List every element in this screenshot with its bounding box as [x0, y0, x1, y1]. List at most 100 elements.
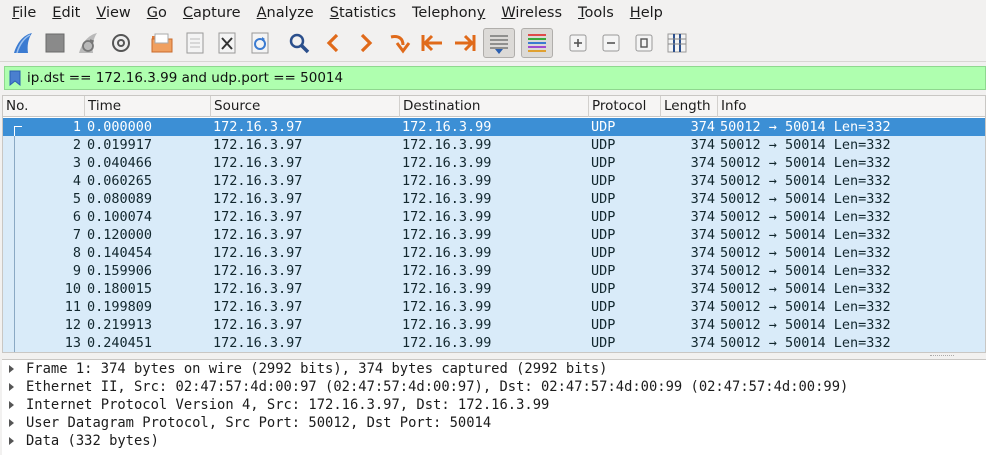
menu-go[interactable]: Go: [139, 0, 175, 26]
packet-protocol: UDP: [591, 227, 616, 243]
packet-length: 374: [690, 227, 715, 243]
packet-protocol: UDP: [591, 245, 616, 261]
packet-row[interactable]: 10 0.180015 172.16.3.97 172.16.3.99 UDP 374 50…: [3, 280, 985, 298]
restart-fin-icon[interactable]: [73, 28, 103, 58]
packet-row[interactable]: 4 0.060265 172.16.3.97 172.16.3.99 UDP 374 500…: [3, 172, 985, 190]
reload-icon[interactable]: [245, 28, 275, 58]
expand-triangle-icon[interactable]: [9, 365, 14, 373]
packet-destination: 172.16.3.99: [402, 299, 492, 315]
packet-protocol: UDP: [591, 155, 616, 171]
menu-analyze[interactable]: Analyze: [249, 0, 322, 26]
packet-time: 0.219913: [87, 317, 153, 333]
packet-length: 374: [690, 191, 715, 207]
zoom-in-icon[interactable]: [563, 28, 593, 58]
expand-triangle-icon[interactable]: [9, 383, 14, 391]
packet-no: 2: [72, 137, 81, 153]
go-forward-arrow-icon[interactable]: [351, 28, 381, 58]
packet-protocol: UDP: [591, 281, 616, 297]
resize-columns-icon[interactable]: [662, 28, 692, 58]
packet-protocol: UDP: [591, 209, 616, 225]
menu-file[interactable]: File: [4, 0, 44, 26]
menu-statistics[interactable]: Statistics: [322, 0, 404, 26]
column-header-info[interactable]: Info: [718, 96, 985, 117]
packet-destination: 172.16.3.99: [402, 173, 492, 189]
detail-tree-item[interactable]: User Datagram Protocol, Src Port: 50012,…: [2, 414, 986, 432]
expand-triangle-icon[interactable]: [9, 419, 14, 427]
packet-protocol: UDP: [591, 119, 616, 135]
first-packet-icon[interactable]: [417, 28, 447, 58]
zoom-out-icon[interactable]: [596, 28, 626, 58]
packet-length: 374: [690, 209, 715, 225]
packet-row[interactable]: 13 0.240451 172.16.3.97 172.16.3.99 UDP 374 50…: [3, 334, 985, 352]
packet-no: 3: [72, 155, 81, 171]
shark-fin-start-icon[interactable]: [8, 28, 38, 58]
packet-row[interactable]: 9 0.159906 172.16.3.97 172.16.3.99 UDP 374 500…: [3, 262, 985, 280]
column-header-length[interactable]: Length: [661, 96, 718, 117]
expand-triangle-icon[interactable]: [9, 401, 14, 409]
packet-time: 0.140454: [87, 245, 153, 261]
packet-time: 0.060265: [87, 173, 153, 189]
column-header-protocol[interactable]: Protocol: [589, 96, 661, 117]
stop-square-icon[interactable]: [40, 28, 70, 58]
menu-telephony[interactable]: Telephony: [404, 0, 493, 26]
packet-protocol: UDP: [591, 173, 616, 189]
capture-options-gear-icon[interactable]: [106, 28, 136, 58]
packet-info: 50012 → 50014 Len=332: [720, 299, 891, 315]
packet-row[interactable]: 1 0.000000 172.16.3.97 172.16.3.99 UDP 374 500…: [3, 118, 985, 136]
colorize-icon[interactable]: [521, 28, 553, 58]
normal-size-icon[interactable]: [629, 28, 659, 58]
packet-no: 10: [64, 281, 81, 297]
save-file-icon[interactable]: [180, 28, 210, 58]
menu-wireless[interactable]: Wireless: [493, 0, 570, 26]
menu-help[interactable]: Help: [622, 0, 671, 26]
packet-length: 374: [690, 263, 715, 279]
detail-tree-item[interactable]: Ethernet II, Src: 02:47:57:4d:00:97 (02:…: [2, 378, 986, 396]
packet-row[interactable]: 3 0.040466 172.16.3.97 172.16.3.99 UDP 374 500…: [3, 154, 985, 172]
menu-view[interactable]: View: [88, 0, 138, 26]
packet-row[interactable]: 8 0.140454 172.16.3.97 172.16.3.99 UDP 374 500…: [3, 244, 985, 262]
detail-tree-label: Data (332 bytes): [26, 433, 159, 449]
column-header-source[interactable]: Source: [211, 96, 400, 117]
detail-tree-item[interactable]: Frame 1: 374 bytes on wire (2992 bits), …: [2, 360, 986, 378]
packet-row[interactable]: 2 0.019917 172.16.3.97 172.16.3.99 UDP 374 500…: [3, 136, 985, 154]
close-file-icon[interactable]: [212, 28, 242, 58]
packet-list-header: No. Time Source Destination Protocol Len…: [3, 96, 985, 117]
last-packet-icon[interactable]: [450, 28, 480, 58]
find-magnifier-icon[interactable]: [284, 28, 314, 58]
packet-protocol: UDP: [591, 263, 616, 279]
menu-tools[interactable]: Tools: [570, 0, 622, 26]
packet-row[interactable]: 12 0.219913 172.16.3.97 172.16.3.99 UDP 374 50…: [3, 316, 985, 334]
packet-row[interactable]: 11 0.199809 172.16.3.97 172.16.3.99 UDP 374 50…: [3, 298, 985, 316]
open-folder-icon[interactable]: [147, 28, 177, 58]
packet-no: 5: [72, 191, 81, 207]
column-header-time[interactable]: Time: [85, 96, 211, 117]
packet-details[interactable]: Frame 1: 374 bytes on wire (2992 bits), …: [2, 359, 986, 455]
menu-edit[interactable]: Edit: [44, 0, 88, 26]
packet-source: 172.16.3.97: [213, 119, 303, 135]
expand-triangle-icon[interactable]: [9, 437, 14, 445]
autoscroll-icon[interactable]: [483, 28, 515, 58]
packet-time: 0.019917: [87, 137, 153, 153]
packet-protocol: UDP: [591, 335, 616, 351]
packet-source: 172.16.3.97: [213, 155, 303, 171]
column-header-no[interactable]: No.: [3, 96, 85, 117]
packet-info: 50012 → 50014 Len=332: [720, 191, 891, 207]
column-header-destination[interactable]: Destination: [400, 96, 589, 117]
packet-source: 172.16.3.97: [213, 245, 303, 261]
filter-bookmark-icon[interactable]: [5, 67, 25, 89]
display-filter-input[interactable]: [25, 67, 925, 89]
detail-tree-item[interactable]: Data (332 bytes): [2, 432, 986, 450]
detail-tree-item[interactable]: Internet Protocol Version 4, Src: 172.16…: [2, 396, 986, 414]
packet-no: 12: [64, 317, 81, 333]
packet-time: 0.040466: [87, 155, 153, 171]
packet-time: 0.180015: [87, 281, 153, 297]
packet-row[interactable]: 7 0.120000 172.16.3.97 172.16.3.99 UDP 374 500…: [3, 226, 985, 244]
packet-row[interactable]: 5 0.080089 172.16.3.97 172.16.3.99 UDP 374 500…: [3, 190, 985, 208]
packet-row[interactable]: 6 0.100074 172.16.3.97 172.16.3.99 UDP 374 500…: [3, 208, 985, 226]
menu-capture[interactable]: Capture: [175, 0, 249, 26]
packet-length: 374: [690, 155, 715, 171]
go-back-arrow-icon[interactable]: [318, 28, 348, 58]
packet-length: 374: [690, 281, 715, 297]
go-to-packet-icon[interactable]: [384, 28, 414, 58]
packet-list[interactable]: No. Time Source Destination Protocol Len…: [2, 95, 986, 353]
